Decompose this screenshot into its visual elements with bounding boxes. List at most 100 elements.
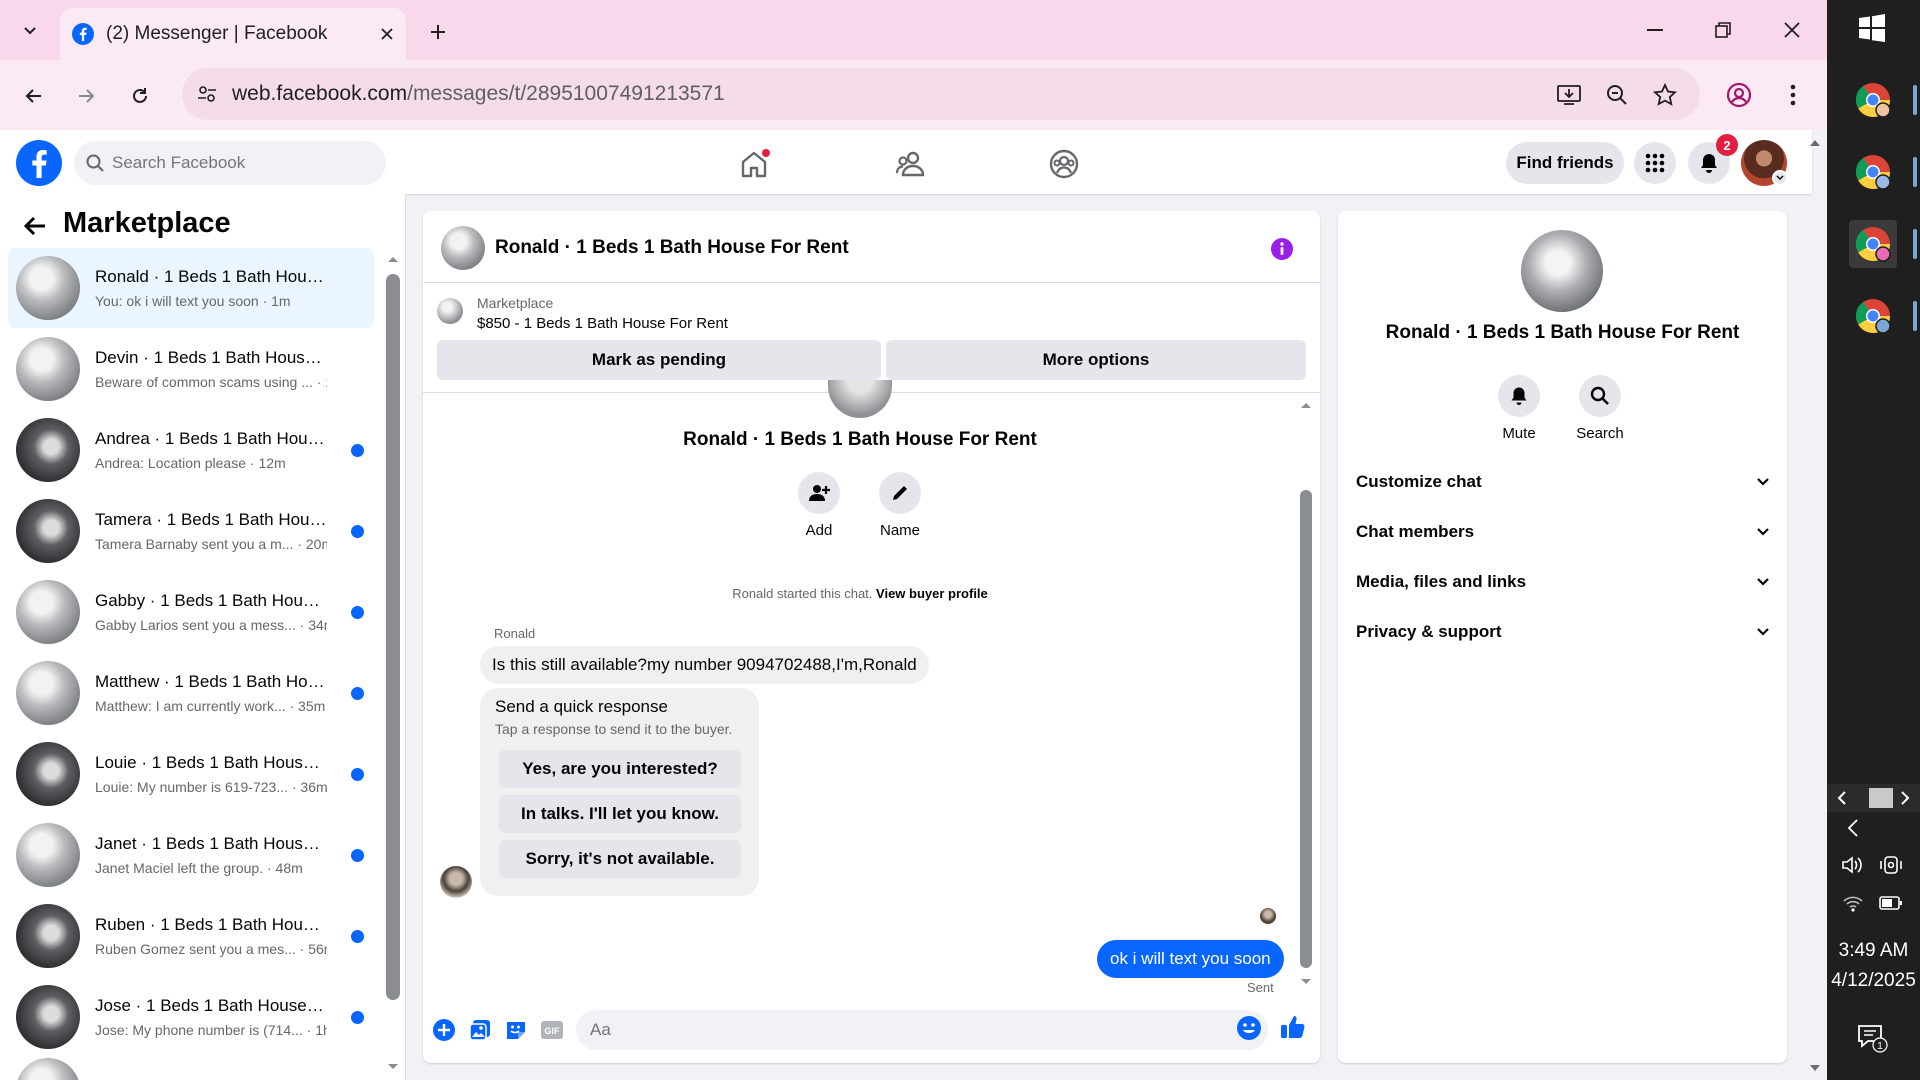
tab-search-dropdown-icon[interactable] <box>10 12 50 48</box>
conversation-item[interactable]: Devin · 1 Beds 1 Bath House For... Beware… <box>8 329 374 409</box>
chrome-app-icon[interactable] <box>1849 76 1897 124</box>
taskbar-clock-date[interactable]: 4/12/2025 <box>1827 970 1920 992</box>
back-arrow-icon[interactable] <box>14 76 54 116</box>
mute-action[interactable]: Mute <box>1479 375 1559 442</box>
facebook-logo-icon[interactable] <box>16 140 62 186</box>
conversation-item[interactable]: Louie · 1 Beds 1 Bath House F... Louie: M… <box>8 734 374 814</box>
install-app-icon[interactable] <box>1554 80 1584 110</box>
info-section-chat-members[interactable]: Chat members <box>1350 510 1776 554</box>
find-friends-button[interactable]: Find friends <box>1506 142 1624 184</box>
conversation-item[interactable]: Andrea · 1 Beds 1 Bath House ... Andrea: … <box>8 410 374 490</box>
conversation-item[interactable]: Tamera · 1 Beds 1 Bath House ... Tamera B… <box>8 491 374 571</box>
bookmark-star-icon[interactable] <box>1650 80 1680 110</box>
gif-icon[interactable]: GIF <box>538 1016 566 1044</box>
battery-icon[interactable] <box>1878 890 1904 916</box>
minimize-window-icon[interactable] <box>1630 10 1680 50</box>
sticker-icon[interactable] <box>502 1016 530 1044</box>
info-section-media-files-and-links[interactable]: Media, files and links <box>1350 560 1776 604</box>
tab-close-icon[interactable] <box>380 27 394 41</box>
left-scroll-down-icon[interactable] <box>386 1062 400 1074</box>
more-actions-plus-icon[interactable] <box>430 1016 458 1044</box>
conversation-name: Louie · 1 Beds 1 Bath House F... <box>95 753 327 772</box>
listing-thumbnail[interactable] <box>437 298 463 324</box>
chat-header-avatar[interactable] <box>441 226 485 270</box>
search-facebook-box[interactable] <box>74 141 386 185</box>
search-facebook-input[interactable] <box>112 153 352 173</box>
page-scroll-down-icon[interactable] <box>1809 1064 1821 1074</box>
emoji-icon[interactable] <box>1236 1015 1264 1043</box>
wifi-icon[interactable] <box>1840 890 1866 916</box>
volume-icon[interactable] <box>1840 852 1866 878</box>
chat-scroll-up-icon[interactable] <box>1299 400 1313 410</box>
conversation-item[interactable]: Ronald · 1 Beds 1 Bath House Fo... You: o… <box>8 248 374 328</box>
forward-arrow-icon[interactable] <box>66 76 106 116</box>
restore-window-icon[interactable] <box>1698 10 1748 50</box>
conversation-text: Devin · 1 Beds 1 Bath House For... Beware… <box>95 348 327 390</box>
mark-as-pending-button[interactable]: Mark as pending <box>437 340 881 380</box>
info-section-privacy-support[interactable]: Privacy & support <box>1350 610 1776 654</box>
chat-scroll-down-icon[interactable] <box>1299 977 1313 987</box>
outgoing-message-bubble[interactable]: ok i will text you soon <box>1097 940 1284 978</box>
sender-name: Ronald <box>494 626 536 641</box>
close-window-icon[interactable] <box>1767 10 1817 50</box>
add-people-action[interactable]: Add <box>779 472 859 539</box>
edit-name-action[interactable]: Name <box>860 472 940 539</box>
conversation-text: Louie · 1 Beds 1 Bath House F... Louie: M… <box>95 753 327 795</box>
notification-center-icon[interactable]: 1 <box>1856 1022 1888 1054</box>
page-scroll-up-icon[interactable] <box>1809 138 1821 148</box>
address-bar[interactable]: web.facebook.com/messages/t/289510074912… <box>182 68 1700 120</box>
chrome-profile-icon[interactable] <box>1724 80 1754 110</box>
search-in-conversation-action[interactable]: Search <box>1560 375 1640 442</box>
reload-icon[interactable] <box>120 76 160 116</box>
chrome-app-icon-3[interactable] <box>1849 220 1897 268</box>
home-icon[interactable] <box>734 144 774 184</box>
chrome-app-icon-4[interactable] <box>1849 292 1897 340</box>
scroll-right-icon[interactable] <box>1900 791 1910 805</box>
chat-panel <box>423 211 1320 1063</box>
conversation-item[interactable]: Jose · 1 Beds 1 Bath House For... Jose: M… <box>8 977 374 1057</box>
windows-start-icon[interactable] <box>1858 14 1886 42</box>
show-hidden-icons-chevron-icon[interactable] <box>1840 815 1866 841</box>
sender-avatar[interactable] <box>440 866 472 898</box>
browser-tab-messenger[interactable]: (2) Messenger | Facebook <box>60 8 406 60</box>
menu-grid-icon[interactable] <box>1634 142 1676 184</box>
taskbar-clock-time[interactable]: 3:49 AM <box>1827 940 1920 962</box>
conversation-text: Ruben · 1 Beds 1 Bath House F... Ruben Go… <box>95 915 327 957</box>
message-input[interactable] <box>590 1020 1190 1040</box>
incoming-message-bubble[interactable]: Is this still available?my number 909470… <box>480 646 929 684</box>
friends-icon[interactable] <box>890 144 930 184</box>
quick-reply-not-available-button[interactable]: Sorry, it's not available. <box>499 840 741 878</box>
attach-photo-icon[interactable] <box>466 1016 494 1044</box>
more-options-button[interactable]: More options <box>886 340 1306 380</box>
info-section-customize-chat[interactable]: Customize chat <box>1350 460 1776 504</box>
chat-scrollbar[interactable] <box>1300 490 1312 968</box>
view-buyer-profile-link[interactable]: View buyer profile <box>876 586 988 601</box>
chat-header-title[interactable]: Ronald · 1 Beds 1 Bath House For Rent <box>495 237 849 259</box>
conversation-item-partial[interactable] <box>8 1058 374 1080</box>
new-tab-plus-icon[interactable] <box>420 14 456 50</box>
left-scroll-up-icon[interactable] <box>386 254 400 266</box>
message-composer[interactable] <box>576 1010 1268 1050</box>
conversation-list-scrollbar[interactable] <box>386 274 400 1000</box>
chrome-app-icon-2[interactable] <box>1849 148 1897 196</box>
account-chevron-icon[interactable] <box>1772 170 1788 186</box>
thumbs-up-like-icon[interactable] <box>1280 1014 1308 1042</box>
back-to-chats-icon[interactable] <box>22 213 52 243</box>
conversation-snippet: Jose: My phone number is (714... · 1h <box>95 1022 327 1038</box>
site-settings-icon[interactable] <box>196 83 218 105</box>
quick-reply-in-talks-button[interactable]: In talks. I'll let you know. <box>499 795 741 833</box>
camera-usage-icon[interactable] <box>1878 852 1904 878</box>
chrome-menu-icon[interactable] <box>1778 80 1808 110</box>
quick-reply-interested-button[interactable]: Yes, are you interested? <box>499 750 741 788</box>
groups-icon[interactable] <box>1044 144 1084 184</box>
conversation-item[interactable]: Janet · 1 Beds 1 Bath House F... Janet Ma… <box>8 815 374 895</box>
conversation-info-icon[interactable] <box>1270 237 1294 261</box>
conversation-item[interactable]: Ruben · 1 Beds 1 Bath House F... Ruben Go… <box>8 896 374 976</box>
scroll-left-icon[interactable] <box>1837 791 1847 805</box>
listing-title[interactable]: $850 - 1 Beds 1 Bath House For Rent <box>477 315 728 332</box>
taskbar-scroll-thumb[interactable] <box>1869 788 1893 808</box>
conversation-item[interactable]: Gabby · 1 Beds 1 Bath House F... Gabby La… <box>8 572 374 652</box>
info-panel-avatar[interactable] <box>1521 230 1603 312</box>
zoom-icon[interactable] <box>1602 80 1632 110</box>
conversation-item[interactable]: Matthew · 1 Beds 1 Bath Hous... Matthew: … <box>8 653 374 733</box>
